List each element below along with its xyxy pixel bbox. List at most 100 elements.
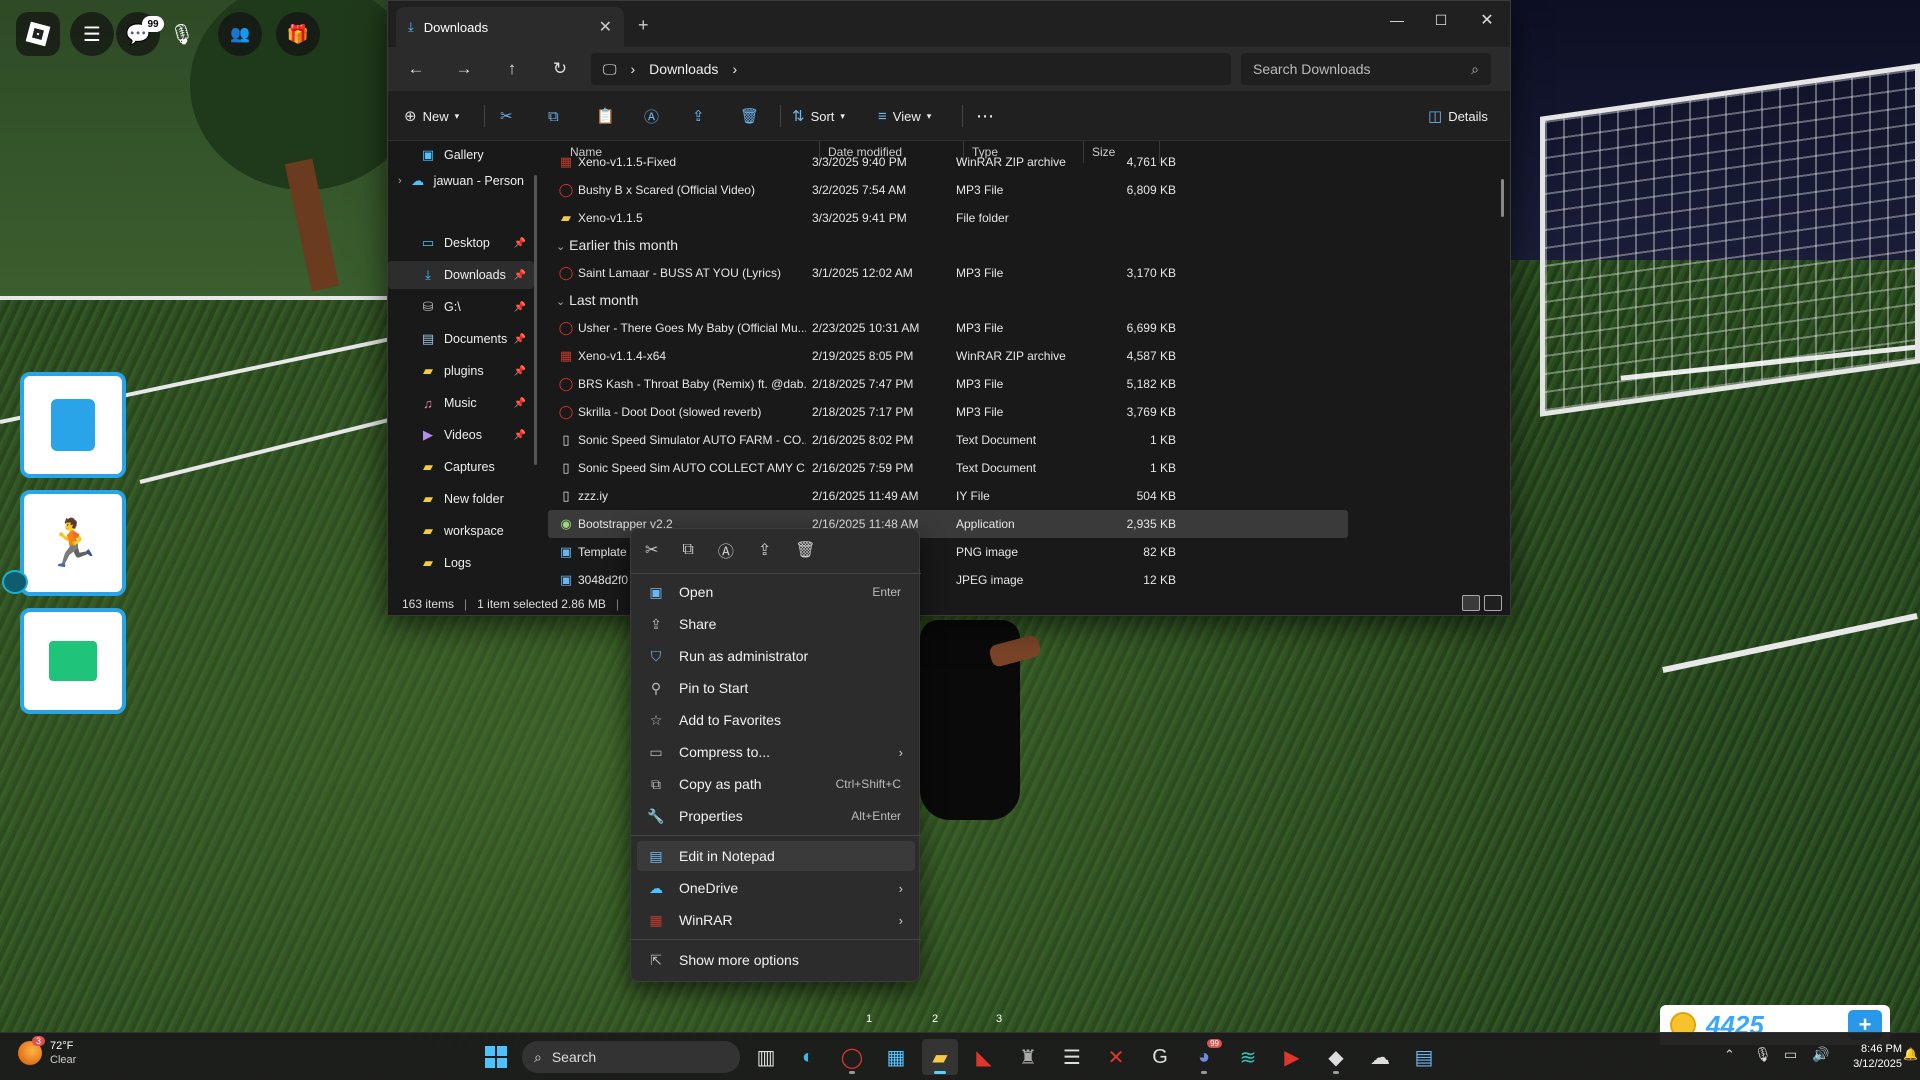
taskbar-app-wave[interactable]: ≋ — [1230, 1039, 1266, 1075]
maximize-button[interactable]: ☐ — [1418, 5, 1464, 35]
menu-item-copy-as-path[interactable]: ⧉ Copy as path Ctrl+Shift+C — [637, 769, 915, 799]
cut-icon[interactable]: ✂ — [645, 540, 658, 560]
up-button[interactable]: ↑ — [498, 57, 526, 81]
hotbar-slot-1[interactable]: 1 — [866, 1013, 872, 1025]
table-row[interactable]: ▯ zzz.iy 2/16/2025 11:49 AM IY File 504 … — [548, 482, 1348, 510]
menu-item-run-as-admin[interactable]: ⛉ Run as administrator — [637, 641, 915, 671]
sidebar-item-new-folder[interactable]: ▰ New folder — [388, 485, 534, 513]
taskbar-media-player[interactable]: ▶ — [1274, 1039, 1310, 1075]
table-row[interactable]: ▦ Xeno-v1.1.4-x64 2/19/2025 8:05 PM WinR… — [548, 342, 1348, 370]
new-tab-button[interactable]: + — [638, 15, 649, 36]
title-bar[interactable]: ⤓ Downloads ✕ + — ☐ ✕ — [388, 1, 1510, 47]
minimize-button[interactable]: — — [1374, 5, 1420, 35]
shop-button[interactable] — [20, 608, 126, 714]
close-tab-icon[interactable]: ✕ — [599, 17, 612, 37]
taskbar-app-red[interactable]: ◣ — [966, 1039, 1002, 1075]
paste-button[interactable]: 📋 — [596, 103, 615, 129]
clock[interactable]: 8:46 PM 3/12/2025 — [1853, 1042, 1902, 1072]
taskbar-app-x[interactable]: ✕ — [1098, 1039, 1134, 1075]
share-button[interactable]: ⇪ — [692, 103, 705, 129]
gift-button[interactable]: 🎁 — [276, 12, 320, 56]
tab-downloads[interactable]: ⤓ Downloads ✕ — [396, 7, 624, 47]
notification-bell-icon[interactable]: 🔔 — [1903, 1047, 1918, 1061]
delete-button[interactable]: 🗑 — [740, 103, 759, 129]
table-row[interactable]: ◯ Skrilla - Doot Doot (slowed reverb) 2/… — [548, 398, 1348, 426]
chevron-right-icon[interactable]: › — [631, 61, 636, 77]
group-header-last-month[interactable]: ⌄ Last month — [548, 286, 638, 314]
profile-card-button[interactable] — [20, 372, 126, 478]
copy-button[interactable]: ⧉ — [548, 103, 559, 129]
taskbar-edge[interactable]: ◐ — [790, 1039, 826, 1075]
table-row[interactable]: ◯ BRS Kash - Throat Baby (Remix) ft. @da… — [548, 370, 1348, 398]
menu-item-winrar[interactable]: ▦ WinRAR › — [637, 905, 915, 935]
taskbar-app-stack[interactable]: ☰ — [1054, 1039, 1090, 1075]
microphone-button[interactable]: 🎙 — [160, 12, 204, 56]
cut-button[interactable]: ✂ — [500, 103, 513, 129]
table-row[interactable]: ◯ Saint Lamaar - BUSS AT YOU (Lyrics) 3/… — [548, 259, 1348, 287]
taskbar-search[interactable]: ⌕ Search — [522, 1041, 740, 1073]
table-row[interactable]: ▯ Sonic Speed Simulator AUTO FARM - CO..… — [548, 426, 1348, 454]
friends-button[interactable]: 👥 — [218, 12, 262, 56]
table-row[interactable]: ◯ Usher - There Goes My Baby (Official M… — [548, 314, 1348, 342]
menu-item-pin-to-start[interactable]: ⚲ Pin to Start — [637, 673, 915, 703]
table-row[interactable]: ◯ Bushy B x Scared (Official Video) 3/2/… — [548, 176, 1348, 204]
menu-item-add-to-favorites[interactable]: ☆ Add to Favorites — [637, 705, 915, 735]
hotbar-slot-2[interactable]: 2 — [932, 1013, 938, 1025]
hamburger-menu-button[interactable]: ☰ — [70, 12, 114, 56]
file-list-scrollbar[interactable] — [1501, 179, 1504, 217]
menu-item-edit-in-notepad[interactable]: ▤ Edit in Notepad — [637, 841, 915, 871]
taskbar-task-view[interactable]: ▥ — [748, 1039, 784, 1075]
refresh-button[interactable]: ↻ — [546, 57, 574, 81]
tray-mic-icon[interactable]: 🎙 — [1754, 1046, 1772, 1063]
sidebar-item-plugins[interactable]: ▰ plugins 📌 — [388, 357, 534, 385]
taskbar-opera[interactable]: ◯ — [834, 1039, 870, 1075]
table-row[interactable]: ▯ Sonic Speed Sim AUTO COLLECT AMY C... … — [548, 454, 1348, 482]
sidebar-item-downloads[interactable]: ⤓ Downloads 📌 — [388, 261, 534, 289]
trash-icon[interactable]: 🗑 — [795, 540, 815, 560]
tray-volume-icon[interactable]: 🔊 — [1812, 1046, 1829, 1063]
menu-item-properties[interactable]: 🔧 Properties Alt+Enter — [637, 801, 915, 831]
menu-item-open[interactable]: ▣ Open Enter — [637, 577, 915, 607]
weather-widget[interactable]: 3 72°F Clear — [18, 1036, 76, 1067]
taskbar-store[interactable]: ▦ — [878, 1039, 914, 1075]
breadcrumb[interactable]: 🖵 › Downloads › — [591, 53, 1231, 85]
sidebar-item-workspace[interactable]: ▰ workspace — [388, 517, 534, 545]
emote-run-button[interactable]: 🏃 — [20, 490, 126, 596]
menu-item-show-more-options[interactable]: ⇱ Show more options — [637, 945, 915, 975]
sidebar-item-gallery[interactable]: ▣ Gallery — [388, 141, 534, 169]
sidebar-item-music[interactable]: ♫ Music 📌 — [388, 389, 534, 417]
breadcrumb-downloads[interactable]: Downloads — [649, 61, 718, 77]
group-header-earlier-this-month[interactable]: ⌄ Earlier this month — [548, 231, 678, 259]
hotbar-slot-3[interactable]: 3 — [996, 1013, 1002, 1025]
taskbar-app-cloud[interactable]: ☁ — [1362, 1039, 1398, 1075]
sort-button[interactable]: ⇅ Sort ▾ — [792, 103, 845, 129]
roblox-menu-button[interactable] — [16, 12, 60, 56]
sidebar-item-videos[interactable]: ▶ Videos 📌 — [388, 421, 534, 449]
taskbar-file-explorer[interactable]: ▰ — [922, 1039, 958, 1075]
sidebar-item-logs[interactable]: ▰ Logs — [388, 549, 534, 577]
menu-item-share[interactable]: ⇪ Share — [637, 609, 915, 639]
sidebar-item-captures[interactable]: ▰ Captures — [388, 453, 534, 481]
rename-icon[interactable]: Ⓐ — [718, 538, 734, 562]
chevron-right-icon[interactable]: › — [732, 61, 737, 77]
view-button[interactable]: ≡ View ▾ — [878, 103, 931, 129]
tiles-view-button[interactable] — [1484, 595, 1502, 611]
taskbar-roblox[interactable]: ◆ — [1318, 1039, 1354, 1075]
sidebar-scrollbar[interactable] — [534, 175, 537, 465]
table-row[interactable]: ▦ Xeno-v1.1.5-Fixed 3/3/2025 9:40 PM Win… — [548, 155, 1348, 169]
sidebar-item-g-drive[interactable]: ⛁ G:\ 📌 — [388, 293, 534, 321]
menu-item-onedrive[interactable]: ☁ OneDrive › — [637, 873, 915, 903]
taskbar-notepad[interactable]: ▤ — [1406, 1039, 1442, 1075]
back-button[interactable]: ← — [402, 57, 430, 81]
sidebar-item-desktop[interactable]: ▭ Desktop 📌 — [388, 229, 534, 257]
table-row[interactable]: ▰ Xeno-v1.1.5 3/3/2025 9:41 PM File fold… — [548, 204, 1348, 232]
menu-item-compress[interactable]: ▭ Compress to... › — [637, 737, 915, 767]
chevron-right-icon[interactable]: › — [398, 175, 402, 187]
sidebar-item-onedrive[interactable]: › ☁ jawuan - Person — [388, 167, 534, 195]
search-input[interactable]: Search Downloads ⌕ — [1241, 53, 1491, 85]
copy-icon[interactable]: ⧉ — [682, 541, 693, 559]
taskbar-app-figure[interactable]: ♜ — [1010, 1039, 1046, 1075]
rename-button[interactable]: Ⓐ — [644, 103, 659, 129]
share-icon[interactable]: ⇪ — [758, 540, 771, 560]
tray-network-icon[interactable]: ▭ — [1784, 1046, 1797, 1063]
